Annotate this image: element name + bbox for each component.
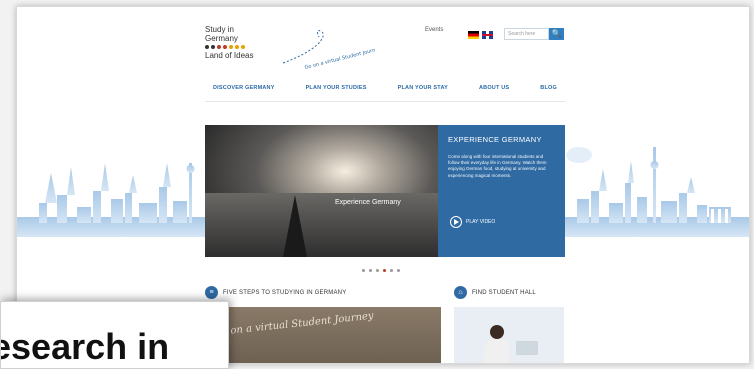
language-switcher — [468, 31, 493, 39]
main-navigation: DISCOVER GERMANY PLAN YOUR STUDIES PLAN … — [205, 85, 565, 97]
nav-about-us[interactable]: ABOUT US — [479, 85, 509, 97]
pager-dot[interactable] — [376, 269, 379, 272]
logo-dots — [205, 45, 253, 49]
study-in-germany-logo[interactable]: Study in Germany Land of Ideas — [205, 25, 253, 60]
student-journey-tagline[interactable]: Go on a virtual Student Journey — [275, 25, 375, 75]
events-link[interactable]: Events — [425, 27, 443, 33]
pager-dot[interactable] — [390, 269, 393, 272]
student-body — [484, 339, 510, 363]
hero-image-pier[interactable]: Experience Germany — [205, 125, 438, 257]
nav-blog[interactable]: BLOG — [540, 85, 557, 97]
english-flag-icon[interactable] — [482, 31, 493, 39]
zoomed-text-overlay: esearch in — [0, 301, 229, 369]
play-video-label: PLAY VIDEO — [466, 219, 496, 225]
student-journey-image-text: Go on a virtual Student Journey — [212, 310, 375, 339]
laptop-icon — [516, 341, 538, 355]
student-head — [490, 325, 504, 339]
nav-discover-germany[interactable]: DISCOVER GERMANY — [213, 85, 275, 97]
home-icon: ⌂ — [454, 286, 467, 299]
pager-dot-active[interactable] — [383, 269, 386, 272]
search-button[interactable]: 🔍 — [549, 28, 564, 40]
logo-line2: Germany — [205, 34, 238, 43]
nav-divider — [205, 101, 565, 102]
tagline-text: Go on a virtual Student Journey — [304, 46, 375, 71]
hero-image-caption: Experience Germany — [335, 199, 401, 206]
pager-dot[interactable] — [369, 269, 372, 272]
student-hall-section-title[interactable]: FIND STUDENT HALL — [472, 290, 536, 296]
german-flag-icon[interactable] — [468, 31, 479, 39]
play-icon — [450, 216, 462, 228]
nav-plan-your-stay[interactable]: PLAN YOUR STAY — [398, 85, 448, 97]
hero-info-panel: EXPERIENCE GERMANY Come along with four … — [438, 125, 565, 257]
play-video-button[interactable]: PLAY VIDEO — [450, 216, 495, 228]
student-hall-image[interactable] — [454, 307, 564, 363]
hero-pier — [283, 195, 307, 257]
carousel-pager — [362, 269, 400, 272]
student-journey-image[interactable]: Go on a virtual Student Journey — [205, 307, 441, 363]
hero-water — [205, 193, 438, 257]
hero-panel-title: EXPERIENCE GERMANY — [448, 135, 542, 144]
hero-panel-body: Come along with four international stude… — [448, 154, 547, 178]
logo-line1: Study in — [205, 25, 234, 34]
pager-dot[interactable] — [362, 269, 365, 272]
pager-dot[interactable] — [397, 269, 400, 272]
search-input[interactable]: Search here — [504, 28, 549, 40]
nav-plan-your-studies[interactable]: PLAN YOUR STUDIES — [306, 85, 367, 97]
list-icon: ≡ — [205, 286, 218, 299]
zoomed-text: esearch in — [0, 326, 170, 367]
steps-section-title[interactable]: FIVE STEPS TO STUDYING IN GERMANY — [223, 290, 346, 296]
logo-line3: Land of Ideas — [205, 51, 254, 60]
